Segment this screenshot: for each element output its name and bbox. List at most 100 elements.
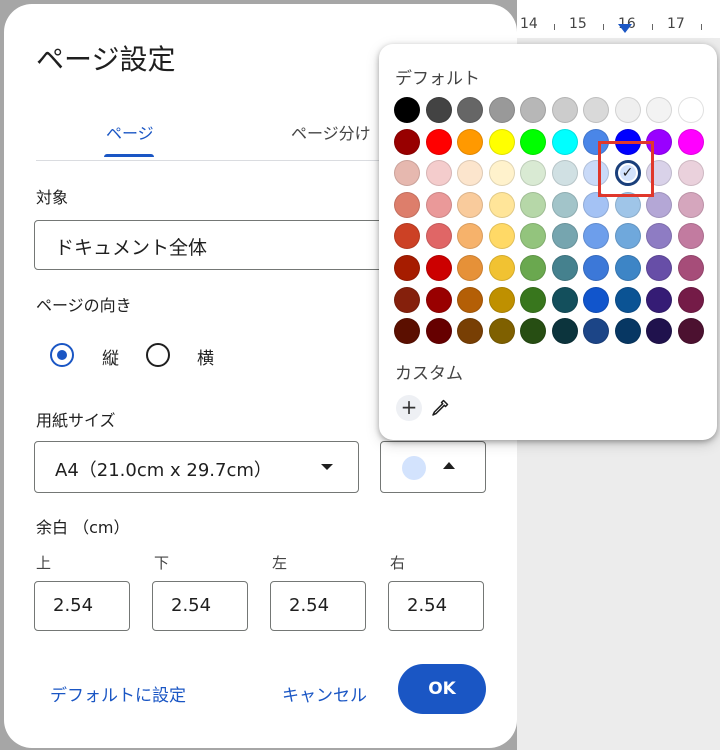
color-swatch[interactable] — [425, 160, 452, 187]
color-swatch[interactable] — [457, 191, 483, 218]
color-swatch[interactable] — [488, 318, 515, 345]
color-swatch[interactable] — [677, 160, 704, 187]
color-swatch[interactable] — [488, 191, 515, 218]
color-swatch[interactable] — [551, 223, 578, 250]
color-swatch[interactable] — [457, 318, 483, 345]
page-color-palette: デフォルト ✓ カスタム — [379, 44, 717, 440]
color-swatch[interactable] — [520, 223, 546, 250]
color-swatch[interactable] — [677, 286, 704, 313]
color-swatch[interactable] — [614, 255, 641, 281]
add-custom-color-button[interactable]: + — [396, 395, 422, 421]
color-swatch[interactable] — [677, 97, 704, 123]
color-swatch[interactable] — [394, 191, 420, 218]
color-swatch[interactable] — [425, 223, 452, 250]
color-swatch[interactable] — [677, 318, 704, 345]
color-swatch[interactable] — [488, 160, 515, 187]
color-swatch[interactable] — [646, 255, 672, 281]
color-swatch[interactable] — [677, 255, 704, 281]
color-swatch[interactable] — [488, 128, 515, 155]
paper-size-value: A4（21.0cm x 29.7cm） — [55, 460, 272, 481]
color-swatch[interactable] — [646, 97, 672, 123]
page-color-swatch — [402, 456, 426, 480]
color-swatch[interactable] — [457, 223, 483, 250]
color-swatch[interactable] — [551, 318, 578, 345]
color-swatch[interactable] — [583, 255, 609, 281]
color-swatch[interactable] — [677, 128, 704, 155]
color-swatch[interactable] — [646, 318, 672, 345]
color-swatch[interactable] — [583, 223, 609, 250]
color-swatch[interactable] — [457, 255, 483, 281]
color-swatch[interactable] — [457, 97, 483, 123]
color-swatch[interactable] — [614, 97, 641, 123]
ok-button[interactable]: OK — [398, 664, 486, 714]
color-swatch[interactable] — [457, 128, 483, 155]
portrait-label: 縦 — [102, 349, 119, 369]
landscape-radio[interactable] — [146, 343, 170, 367]
color-swatch[interactable] — [425, 128, 452, 155]
color-swatch[interactable] — [425, 255, 452, 281]
color-swatch[interactable] — [520, 255, 546, 281]
margin-right-label: 右 — [390, 554, 406, 572]
margin-bottom-input[interactable]: 2.54 — [152, 581, 248, 631]
color-swatch[interactable] — [520, 160, 546, 187]
color-swatch[interactable] — [394, 223, 420, 250]
color-swatch[interactable] — [551, 286, 578, 313]
apply-to-select[interactable]: ドキュメント全体 — [34, 220, 394, 270]
margin-top-input[interactable]: 2.54 — [34, 581, 130, 631]
color-swatch[interactable] — [583, 286, 609, 313]
color-swatch[interactable] — [614, 286, 641, 313]
color-swatch[interactable] — [646, 286, 672, 313]
color-swatch[interactable] — [394, 97, 420, 123]
color-swatch[interactable] — [425, 191, 452, 218]
tab-pageless[interactable]: ページ分け — [291, 120, 371, 144]
color-swatch[interactable] — [457, 286, 483, 313]
margin-left-input[interactable]: 2.54 — [270, 581, 366, 631]
color-swatch[interactable] — [425, 318, 452, 345]
color-swatch[interactable] — [488, 286, 515, 313]
margin-right-input[interactable]: 2.54 — [388, 581, 484, 631]
portrait-radio[interactable] — [50, 343, 74, 367]
color-swatch[interactable] — [551, 191, 578, 218]
color-swatch[interactable] — [677, 191, 704, 218]
color-swatch[interactable] — [583, 318, 609, 345]
color-swatch[interactable] — [394, 160, 420, 187]
color-swatch[interactable] — [583, 97, 609, 123]
color-swatch[interactable] — [488, 223, 515, 250]
color-swatch[interactable] — [551, 160, 578, 187]
ruler-label: 15 — [569, 16, 587, 32]
color-swatch[interactable] — [425, 97, 452, 123]
color-swatch[interactable] — [614, 223, 641, 250]
color-swatch[interactable] — [551, 97, 578, 123]
ruler-tick — [554, 24, 555, 30]
color-swatch[interactable] — [646, 223, 672, 250]
paper-size-label: 用紙サイズ — [36, 411, 116, 430]
color-swatch[interactable] — [520, 191, 546, 218]
color-swatch[interactable] — [677, 223, 704, 250]
color-swatch[interactable] — [457, 160, 483, 187]
margin-bottom-value: 2.54 — [171, 595, 212, 616]
margins-label: 余白 （cm） — [36, 518, 130, 537]
margin-top-value: 2.54 — [53, 595, 94, 616]
color-swatch[interactable] — [488, 97, 515, 123]
cancel-button[interactable]: キャンセル — [282, 681, 367, 706]
indent-marker-icon[interactable] — [618, 24, 632, 33]
page-color-button[interactable] — [380, 441, 486, 493]
eyedropper-icon[interactable] — [430, 398, 450, 418]
color-swatch[interactable] — [394, 128, 420, 155]
color-swatch[interactable] — [394, 255, 420, 281]
set-default-button[interactable]: デフォルトに設定 — [50, 681, 186, 706]
color-swatch[interactable] — [394, 318, 420, 345]
color-swatch[interactable] — [425, 286, 452, 313]
color-swatch[interactable] — [551, 128, 578, 155]
color-swatch[interactable] — [520, 128, 546, 155]
color-swatch[interactable] — [551, 255, 578, 281]
color-swatch[interactable] — [488, 255, 515, 281]
color-swatch[interactable] — [520, 286, 546, 313]
color-swatch[interactable] — [614, 318, 641, 345]
paper-size-select[interactable]: A4（21.0cm x 29.7cm） — [34, 441, 359, 493]
color-swatch[interactable] — [520, 97, 546, 123]
active-tab-indicator — [104, 154, 154, 157]
tab-page[interactable]: ページ — [106, 120, 154, 144]
color-swatch[interactable] — [394, 286, 420, 313]
color-swatch[interactable] — [520, 318, 546, 345]
